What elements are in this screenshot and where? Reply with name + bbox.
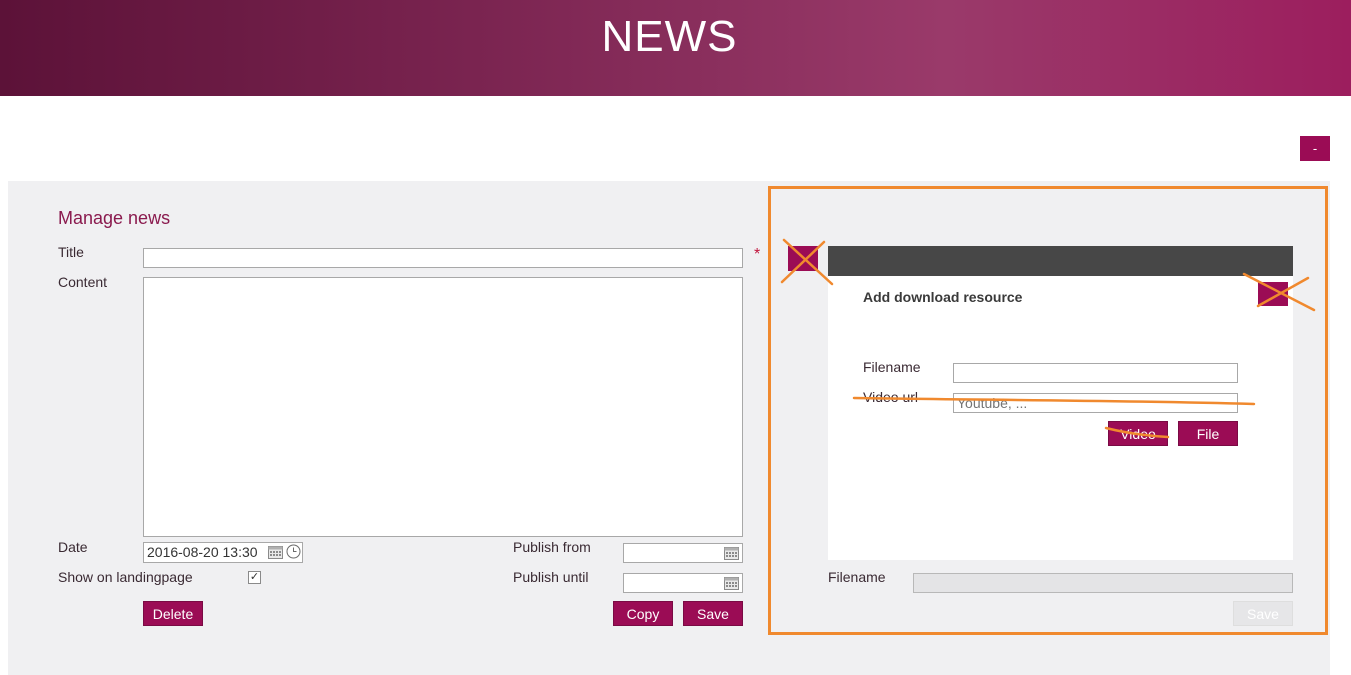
show-on-landing-checkbox[interactable]: ✓ (248, 571, 261, 584)
annotation-highlight-box (768, 186, 1328, 635)
calendar-icon[interactable] (724, 546, 739, 560)
collapse-button[interactable]: - (1300, 136, 1330, 161)
publish-from-label: Publish from (513, 539, 591, 555)
calendar-icon[interactable] (724, 576, 739, 590)
clock-icon[interactable] (286, 544, 301, 559)
copy-button[interactable]: Copy (613, 601, 673, 626)
title-input[interactable] (143, 248, 743, 268)
show-on-landing-label: Show on landingpage (58, 569, 193, 585)
page-header: NEWS (0, 0, 1351, 96)
date-label: Date (58, 539, 88, 555)
required-mark: * (754, 246, 761, 263)
calendar-icon[interactable] (268, 545, 283, 559)
section-title: Manage news (58, 208, 171, 228)
page-title: NEWS (601, 12, 738, 61)
content-textarea[interactable] (143, 277, 743, 537)
title-label: Title (58, 244, 84, 260)
delete-button[interactable]: Delete (143, 601, 203, 626)
date-value: 2016-08-20 13:30 (147, 544, 258, 560)
save-button[interactable]: Save (683, 601, 743, 626)
content-label: Content (58, 274, 108, 290)
publish-until-label: Publish until (513, 569, 589, 585)
